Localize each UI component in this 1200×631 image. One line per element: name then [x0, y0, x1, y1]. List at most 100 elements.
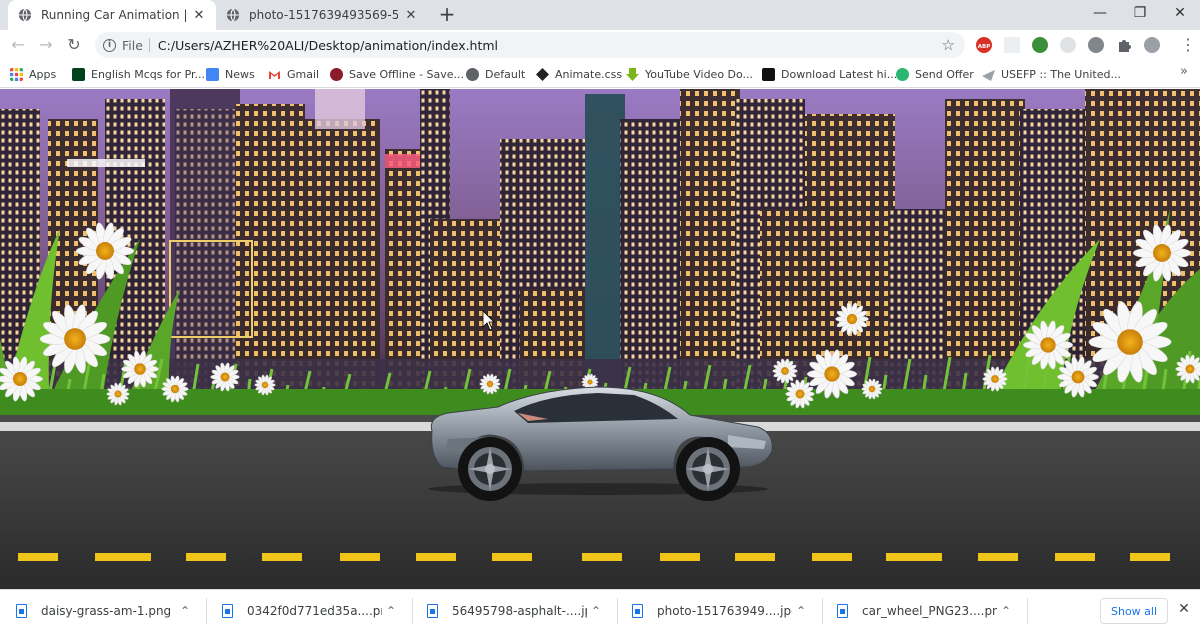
- download-filename: 0342f0d771ed35a....png: [247, 603, 382, 618]
- bookmark-news[interactable]: News: [206, 65, 255, 83]
- bookmark-youtube-video-downloader[interactable]: YouTube Video Do...: [626, 65, 753, 83]
- show-all-button[interactable]: Show all: [1100, 598, 1168, 624]
- bookmark-label: Apps: [29, 67, 57, 81]
- bookmark-send-offer[interactable]: Send Offer: [896, 65, 974, 83]
- bookmark-label: Animate.css: [555, 67, 623, 81]
- divider: [412, 598, 413, 624]
- svg-text:ABP: ABP: [978, 44, 990, 50]
- tab-title: photo-1517639493569-5666a7b2f494.jpg: [249, 8, 398, 22]
- save-offline-icon: [330, 67, 343, 81]
- tab-title: Running Car Animation || HTML/CSS: [41, 8, 186, 22]
- reload-button[interactable]: ↻: [64, 35, 84, 55]
- bookmark-label: USEFP :: The United...: [1001, 67, 1121, 81]
- divider: [206, 598, 207, 624]
- extension-icon[interactable]: [1004, 37, 1020, 53]
- file-icon: [222, 603, 233, 618]
- globe-icon: [466, 67, 479, 81]
- chevron-up-icon[interactable]: ⌃: [1001, 604, 1011, 618]
- bookmarks-bar: Apps English Mcqs for Pr... News Gmail S…: [0, 60, 1200, 88]
- bookmark-usefp[interactable]: USEFP :: The United...: [982, 65, 1121, 83]
- back-button[interactable]: ←: [8, 35, 28, 55]
- download-item[interactable]: car_wheel_PNG23....png ⌃: [837, 590, 1011, 631]
- downloads-bar: daisy-grass-am-1.png ⌃ 0342f0d771ed35a..…: [0, 589, 1200, 630]
- bookmark-download-latest[interactable]: Download Latest hi...: [762, 65, 897, 83]
- chevron-up-icon[interactable]: ⌃: [591, 604, 601, 618]
- bookmark-english-mcqs[interactable]: English Mcqs for Pr...: [72, 65, 205, 83]
- file-icon: [632, 603, 643, 618]
- file-icon: [427, 603, 438, 618]
- bookmark-label: Send Offer: [915, 67, 974, 81]
- close-icon[interactable]: ✕: [1176, 601, 1192, 619]
- globe-extension-icon[interactable]: [1088, 37, 1104, 53]
- bookmark-label: Save Offline - Save...: [349, 67, 465, 81]
- menu-icon[interactable]: ⋮: [1180, 35, 1196, 55]
- bookmark-default[interactable]: Default: [466, 65, 525, 83]
- extension-icon[interactable]: [1032, 37, 1048, 53]
- front-wheel: [676, 437, 740, 501]
- bookmark-gmail[interactable]: Gmail: [268, 65, 319, 83]
- globe-icon: [18, 8, 32, 22]
- bookmark-animate-css[interactable]: Animate.css: [536, 65, 622, 83]
- send-offer-icon: [896, 67, 909, 81]
- rear-wheel: [458, 437, 522, 501]
- bookmark-label: Default: [485, 67, 526, 81]
- bookmark-label: YouTube Video Do...: [645, 67, 754, 81]
- news-icon: [206, 67, 219, 81]
- download-item[interactable]: 0342f0d771ed35a....png ⌃: [222, 590, 396, 631]
- divider: [1027, 598, 1028, 624]
- bookmark-label: Gmail: [287, 67, 320, 81]
- close-icon[interactable]: ✕: [192, 8, 206, 23]
- bookmark-label: News: [225, 67, 255, 81]
- info-icon[interactable]: i: [103, 38, 116, 52]
- download-item[interactable]: 56495798-asphalt-....jpg ⌃: [427, 590, 601, 631]
- bookmark-star-icon[interactable]: ☆: [942, 36, 955, 54]
- puzzle-icon[interactable]: [1116, 37, 1132, 53]
- download-item[interactable]: photo-151763949....jpg ⌃: [632, 590, 806, 631]
- avatar[interactable]: [1144, 37, 1160, 53]
- browser-toolbar: ← → ↻ i File C:/Users/AZHER%20ALI/Deskto…: [0, 30, 1200, 60]
- download-item[interactable]: daisy-grass-am-1.png ⌃: [16, 590, 190, 631]
- bookmark-apps[interactable]: Apps: [10, 65, 56, 83]
- new-tab-button[interactable]: +: [437, 3, 457, 25]
- pakistan-flag-icon: [72, 67, 85, 81]
- globe-icon: [226, 8, 240, 22]
- gmail-icon: [269, 70, 280, 79]
- tab-strip: Running Car Animation || HTML/CSS ✕ phot…: [0, 0, 1200, 30]
- omnibox-divider: [148, 38, 150, 52]
- divider: [617, 598, 618, 624]
- site-icon: [762, 67, 775, 81]
- url-text[interactable]: C:/Users/AZHER%20ALI/Desktop/animation/i…: [158, 38, 498, 53]
- chevron-up-icon[interactable]: ⌃: [796, 604, 806, 618]
- divider: [822, 598, 823, 624]
- download-filename: car_wheel_PNG23....png: [862, 603, 997, 618]
- car-animation-scene: [0, 89, 1200, 589]
- restore-button[interactable]: ❐: [1120, 0, 1160, 26]
- chevron-up-icon[interactable]: ⌃: [180, 604, 190, 618]
- extension-icon[interactable]: [1060, 37, 1076, 53]
- scheme-label: File: [122, 37, 143, 53]
- download-arrow-icon: [626, 67, 639, 81]
- window-close-button[interactable]: ✕: [1160, 0, 1200, 26]
- apps-grid-icon: [10, 67, 23, 81]
- download-filename: 56495798-asphalt-....jpg: [452, 603, 587, 618]
- minimize-button[interactable]: —: [1080, 0, 1120, 26]
- download-filename: photo-151763949....jpg: [657, 603, 792, 618]
- page-content: [0, 89, 1200, 589]
- download-filename: daisy-grass-am-1.png: [41, 603, 172, 618]
- file-icon: [16, 603, 27, 618]
- adblock-extension-icon[interactable]: ABP: [976, 37, 992, 53]
- file-icon: [837, 603, 848, 618]
- chevron-up-icon[interactable]: ⌃: [386, 604, 396, 618]
- forward-button[interactable]: →: [36, 35, 56, 55]
- tab-running-car-animation[interactable]: Running Car Animation || HTML/CSS ✕: [8, 0, 216, 30]
- chevron-right-icon[interactable]: »: [1180, 64, 1188, 79]
- road-lane-markings: [18, 553, 1170, 561]
- usefp-icon: [982, 69, 995, 81]
- bookmark-label: Download Latest hi...: [781, 67, 898, 81]
- close-icon[interactable]: ✕: [404, 8, 418, 23]
- address-bar[interactable]: i File C:/Users/AZHER%20ALI/Desktop/anim…: [95, 32, 965, 58]
- animate-css-icon: [536, 67, 549, 81]
- tab-photo[interactable]: photo-1517639493569-5666a7b2f494.jpg ✕: [216, 0, 428, 30]
- bookmark-save-offline[interactable]: Save Offline - Save...: [330, 65, 464, 83]
- bookmark-label: English Mcqs for Pr...: [91, 67, 206, 81]
